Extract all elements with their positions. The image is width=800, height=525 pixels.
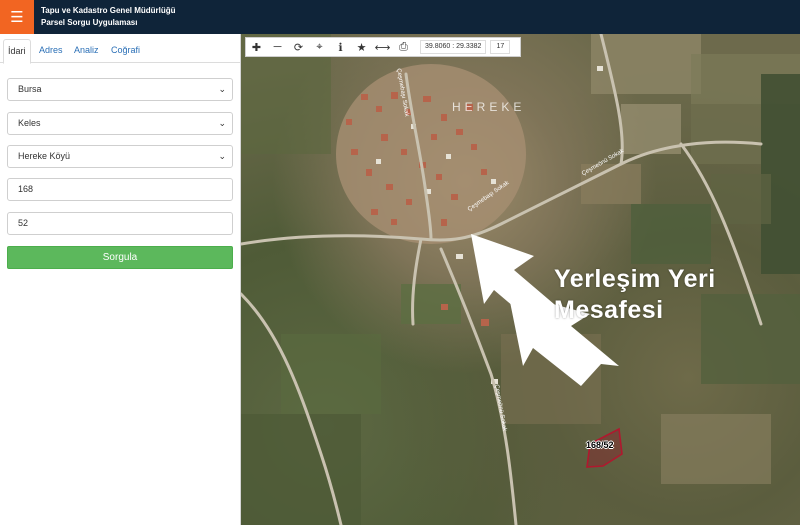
neighborhood-select[interactable]: Hereke Köyü ⌄ bbox=[7, 145, 233, 168]
hamburger-icon[interactable]: ☰ bbox=[0, 0, 34, 34]
query-tabs: İdari Adres Analiz Coğrafi bbox=[0, 39, 240, 64]
app-title-line2: Parsel Sorgu Uygulaması bbox=[41, 18, 138, 27]
parcel-label[interactable]: 168/52 bbox=[586, 440, 614, 450]
print-icon[interactable]: ⎙ bbox=[393, 37, 414, 57]
block-input[interactable]: 168 bbox=[7, 178, 233, 201]
query-button[interactable]: Sorgula bbox=[7, 246, 233, 269]
zoom-in-icon[interactable]: ✚ bbox=[246, 37, 267, 57]
tab-idari[interactable]: İdari bbox=[3, 39, 31, 64]
chevron-down-icon: ⌄ bbox=[218, 118, 226, 128]
distance-annotation: Yerleşim Yeri Mesafesi bbox=[554, 264, 716, 326]
zoom-level: 17 bbox=[490, 40, 511, 54]
info-icon[interactable]: ℹ bbox=[330, 37, 351, 57]
map-toolbar: ✚ ─ ⟳ ⌖ ℹ ★ ⟷ ⎙ 39.8060 : 29.3382 17 bbox=[245, 37, 521, 57]
tab-adres[interactable]: Adres bbox=[35, 39, 67, 63]
refresh-icon[interactable]: ⟳ bbox=[288, 37, 309, 57]
app-title: Tapu ve Kadastro Genel Müdürlüğü Parsel … bbox=[41, 5, 176, 29]
satellite-map[interactable]: ✚ ─ ⟳ ⌖ ℹ ★ ⟷ ⎙ 39.8060 : 29.3382 17 HER… bbox=[241, 34, 800, 525]
chevron-down-icon: ⌄ bbox=[218, 84, 226, 94]
district-value: Keles bbox=[18, 118, 41, 128]
app-title-line1: Tapu ve Kadastro Genel Müdürlüğü bbox=[41, 6, 176, 15]
parcel-input[interactable]: 52 bbox=[7, 212, 233, 235]
query-sidebar: İdari Adres Analiz Coğrafi Bursa ⌄ Keles… bbox=[0, 34, 241, 525]
coordinate-readout: 39.8060 : 29.3382 bbox=[420, 40, 487, 54]
chevron-down-icon: ⌄ bbox=[218, 151, 226, 161]
locate-icon[interactable]: ⌖ bbox=[309, 37, 330, 57]
app-header: ☰ Tapu ve Kadastro Genel Müdürlüğü Parse… bbox=[0, 0, 800, 34]
tab-analiz[interactable]: Analiz bbox=[70, 39, 103, 63]
province-value: Bursa bbox=[18, 84, 42, 94]
star-icon[interactable]: ★ bbox=[351, 37, 372, 57]
parcel-value: 52 bbox=[18, 218, 29, 228]
village-label: HEREKE bbox=[452, 100, 526, 114]
measure-icon[interactable]: ⟷ bbox=[372, 37, 393, 57]
tab-cografi[interactable]: Coğrafi bbox=[107, 39, 144, 63]
zoom-out-icon[interactable]: ─ bbox=[267, 37, 288, 57]
annotation-line2: Mesafesi bbox=[554, 296, 664, 324]
province-select[interactable]: Bursa ⌄ bbox=[7, 78, 233, 101]
annotation-line1: Yerleşim Yeri bbox=[554, 265, 716, 293]
block-value: 168 bbox=[18, 184, 34, 194]
district-select[interactable]: Keles ⌄ bbox=[7, 112, 233, 135]
neighborhood-value: Hereke Köyü bbox=[18, 151, 71, 161]
